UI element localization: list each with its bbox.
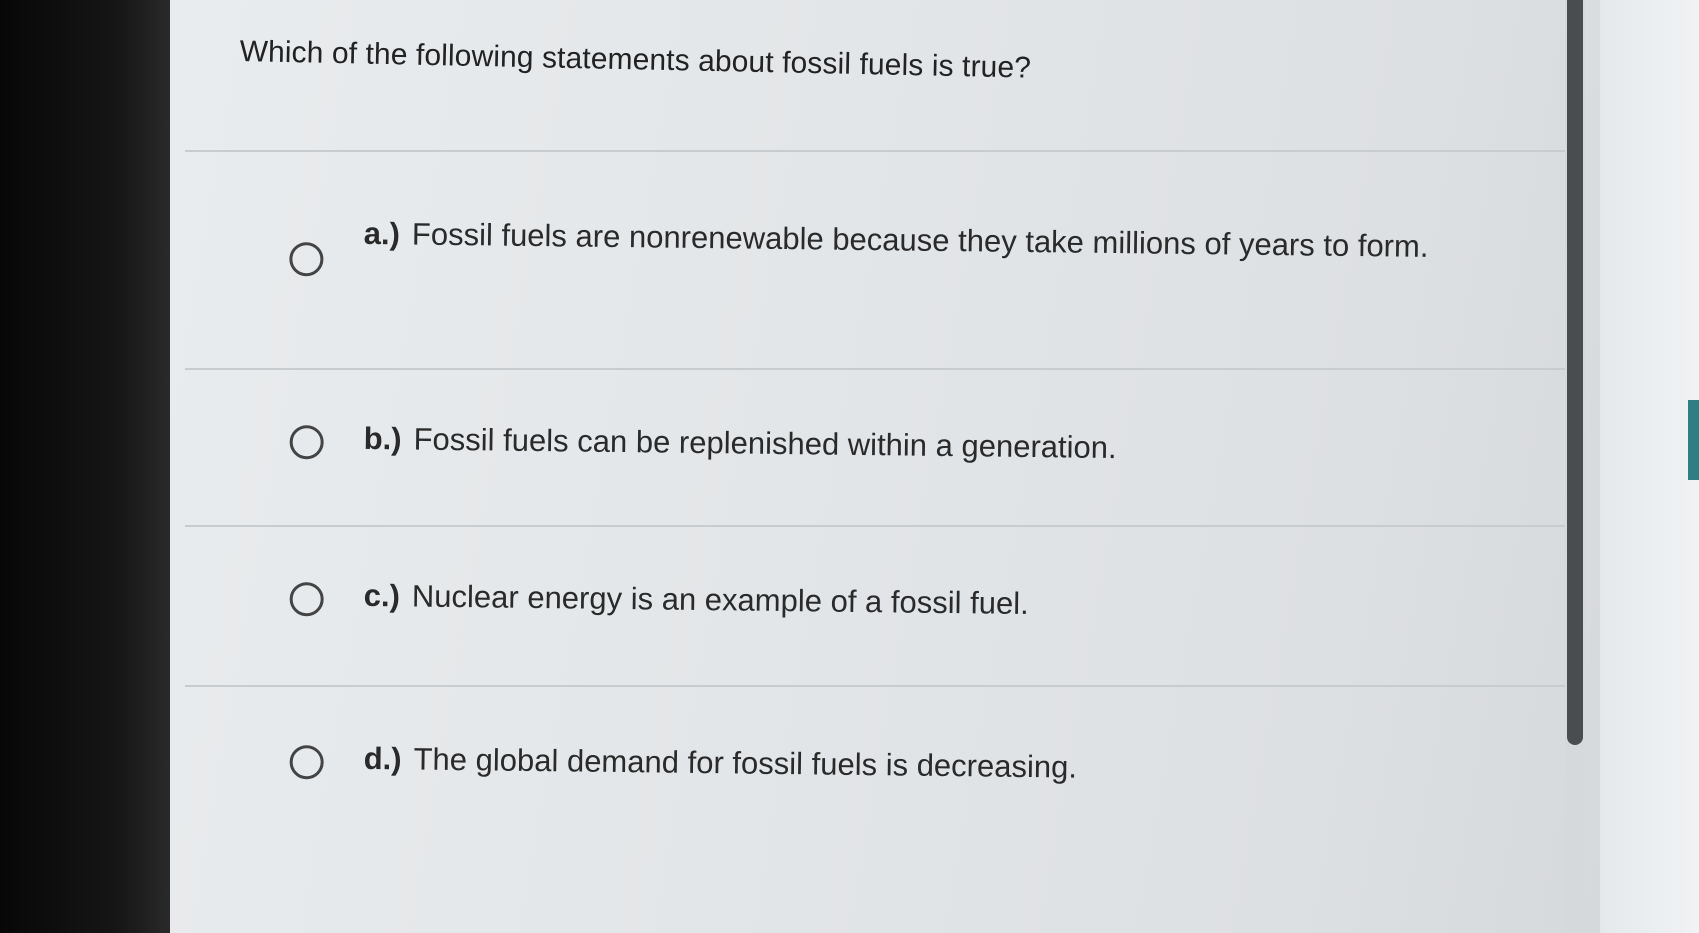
divider [185, 368, 1565, 370]
radio-circle-icon[interactable] [289, 744, 324, 780]
radio-circle-icon[interactable] [289, 424, 324, 460]
divider [185, 685, 1565, 687]
option-letter: a.) [363, 215, 401, 252]
option-letter: c.) [363, 577, 401, 614]
radio-circle-icon[interactable] [289, 241, 324, 277]
device-bezel [0, 0, 170, 933]
divider [185, 525, 1565, 527]
side-panel [1600, 0, 1699, 933]
option-text: c.) Nuclear energy is an example of a fo… [363, 573, 1029, 627]
scrollbar-thumb[interactable] [1567, 0, 1583, 745]
side-accent-tab[interactable] [1688, 400, 1699, 480]
radio-circle-icon[interactable] [289, 581, 324, 617]
option-label: The global demand for fossil fuels is de… [413, 741, 1078, 785]
option-label: Nuclear energy is an example of a fossil… [411, 578, 1029, 622]
option-letter: d.) [363, 740, 402, 777]
option-label: Fossil fuels can be replenished within a… [413, 421, 1117, 466]
option-text: b.) Fossil fuels can be replenished with… [363, 416, 1117, 471]
option-text: d.) The global demand for fossil fuels i… [363, 736, 1078, 791]
divider [185, 150, 1565, 152]
option-letter: b.) [363, 420, 402, 457]
